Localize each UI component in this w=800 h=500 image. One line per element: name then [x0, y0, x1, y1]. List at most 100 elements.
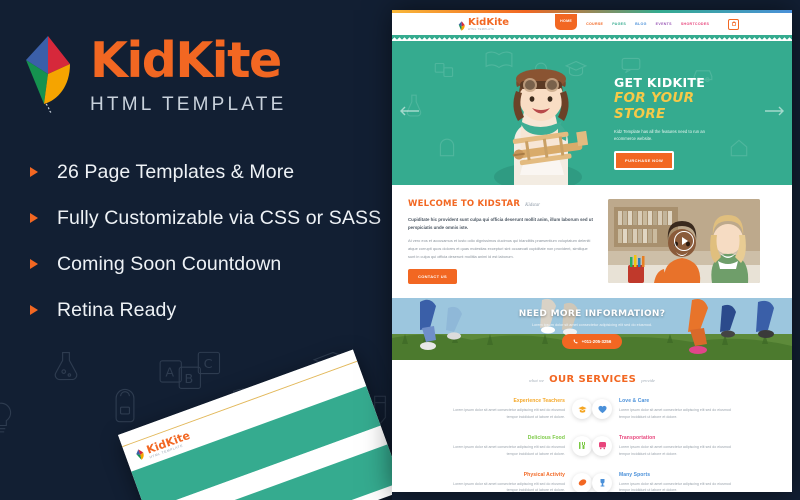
welcome-text-column: WELCOME TO KIDSTAR Kidstar Cupiditate hi…	[408, 199, 594, 285]
nav-item-blog[interactable]: BLOG	[635, 22, 647, 26]
service-item[interactable]: Experience Teachers Lorem ipsum dolor si…	[406, 398, 592, 421]
backpack-icon	[439, 138, 455, 157]
welcome-script: Kidstar	[525, 203, 541, 208]
bullet-arrow-icon	[30, 305, 38, 315]
service-desc: Lorem ipsum dolor sit amet consectetur a…	[619, 481, 731, 492]
bullet-arrow-icon	[30, 167, 38, 177]
hero-prev-arrow-icon[interactable]	[398, 104, 420, 122]
hero-title-line1: GET KIDKITE	[614, 75, 706, 90]
hero-paragraph: Kidz Template has all the features need …	[614, 129, 705, 142]
services-title: OUR SERVICES	[549, 374, 637, 386]
list-item: Retina Ready	[22, 290, 382, 330]
list-item: Fully Customizable via CSS or SASS	[22, 198, 382, 238]
service-item[interactable]: Transportation Lorem ipsum dolor sit ame…	[592, 435, 778, 458]
service-desc: Lorem ipsum dolor sit amet consectetur a…	[453, 481, 565, 492]
nav-item-events[interactable]: EVENTS	[656, 22, 672, 26]
promo-left-panel: A B C KidKite HTML TEMPLATE 26 Page Temp…	[0, 0, 392, 500]
bus-icon	[592, 435, 612, 456]
chat-icon	[621, 57, 641, 74]
welcome-body: At vero eos et accusamus et iusto odio d…	[408, 238, 591, 259]
hero-next-arrow-icon[interactable]	[764, 104, 786, 122]
cta-content: NEED MORE INFORMATION? Lorem ipsum dolor…	[518, 309, 666, 350]
play-icon[interactable]	[674, 231, 694, 251]
service-desc: Lorem ipsum dolor sit amet consectetur a…	[453, 408, 565, 420]
backpack-icon	[115, 388, 135, 423]
cta-paragraph: Lorem ipsum dolor sit amet consectetur a…	[531, 323, 653, 328]
service-desc: Lorem ipsum dolor sit amet consectetur a…	[619, 408, 731, 420]
ball-icon	[572, 472, 592, 492]
brand-logo: KidKite HTML TEMPLATE	[22, 34, 286, 116]
welcome-video-thumbnail[interactable]	[608, 199, 760, 283]
purchase-now-button[interactable]: PURCHASE NOW	[614, 151, 675, 171]
services-section: what we OUR SERVICES provide Experience …	[392, 360, 792, 492]
service-item[interactable]: Many Sports Lorem ipsum dolor sit amet c…	[592, 472, 778, 492]
svg-text:B: B	[185, 371, 194, 386]
svg-text:A: A	[165, 365, 174, 380]
abc-blocks-icon	[434, 62, 454, 78]
welcome-section: WELCOME TO KIDSTAR Kidstar Cupiditate hi…	[392, 185, 792, 299]
nav-item-home[interactable]: HOME	[555, 14, 578, 30]
services-row: Physical Activity Lorem ipsum dolor sit …	[406, 472, 778, 492]
bullet-arrow-icon	[30, 259, 38, 269]
welcome-title: WELCOME TO KIDSTAR	[408, 199, 521, 209]
abc-blocks-icon: A B C	[159, 351, 221, 389]
site-nav-links: HOME COURSE PAGES BLOG EVENTS SHORTCODES	[555, 14, 740, 30]
contact-us-button[interactable]: CONTACT US	[408, 269, 457, 285]
cart-icon[interactable]	[728, 18, 740, 30]
service-desc: Lorem ipsum dolor sit amet consectetur a…	[619, 444, 731, 456]
services-row: Delicious Food Lorem ipsum dolor sit ame…	[406, 435, 778, 458]
hero-copy: GET KIDKITE FOR YOUR STORE Kidz Template…	[614, 75, 744, 171]
lightbulb-icon	[0, 402, 12, 433]
website-preview: KidKite HTML TEMPLATE HOME COURSE PAGES …	[392, 10, 792, 492]
feature-label: Retina Ready	[57, 298, 177, 321]
list-item: Coming Soon Countdown	[22, 244, 382, 284]
feature-list: 26 Page Templates & More Fully Customiza…	[22, 152, 382, 336]
brand-subtitle: HTML TEMPLATE	[90, 94, 287, 115]
site-logo-sub: HTML TEMPLATE	[468, 27, 495, 31]
phone-button[interactable]: +011-205-3256	[561, 334, 623, 350]
phone-number: +011-205-3256	[581, 339, 612, 345]
hero-section: GET KIDKITE FOR YOUR STORE Kidz Template…	[392, 41, 792, 185]
services-script-left: what we	[528, 378, 545, 384]
service-name: Many Sports	[619, 471, 651, 478]
phone-icon	[573, 339, 578, 344]
welcome-lead: Cupiditate hic provident sunt culpa qui …	[408, 217, 593, 230]
feature-label: Coming Soon Countdown	[57, 252, 282, 275]
flask-icon	[54, 351, 78, 381]
services-heading: what we OUR SERVICES provide	[406, 374, 778, 385]
welcome-heading: WELCOME TO KIDSTAR Kidstar	[408, 199, 594, 209]
services-grid: Experience Teachers Lorem ipsum dolor si…	[406, 398, 778, 492]
service-name: Experience Teachers	[513, 398, 565, 405]
service-item[interactable]: Physical Activity Lorem ipsum dolor sit …	[406, 472, 592, 492]
service-item[interactable]: Delicious Food Lorem ipsum dolor sit ame…	[406, 435, 592, 458]
kite-logo-icon	[134, 447, 147, 462]
nav-item-pages[interactable]: PAGES	[612, 22, 626, 26]
nav-item-course[interactable]: COURSE	[586, 22, 603, 26]
site-logo[interactable]: KidKite HTML TEMPLATE	[458, 16, 510, 31]
service-item[interactable]: Love & Care Lorem ipsum dolor sit amet c…	[592, 398, 778, 421]
hero-photo-girl-with-plane	[494, 69, 589, 185]
trophy-icon	[592, 472, 612, 492]
list-item: 26 Page Templates & More	[22, 152, 382, 192]
nav-item-shortcodes[interactable]: SHORTCODES	[681, 22, 709, 26]
services-row: Experience Teachers Lorem ipsum dolor si…	[406, 398, 778, 421]
service-name: Love & Care	[619, 398, 650, 405]
bullet-arrow-icon	[30, 213, 38, 223]
kite-logo-icon	[458, 19, 466, 31]
site-navbar: KidKite HTML TEMPLATE HOME COURSE PAGES …	[392, 13, 792, 35]
services-script-right: provide	[641, 378, 656, 384]
brand-name: KidKite	[90, 32, 282, 89]
kite-logo-icon	[22, 34, 78, 114]
cta-title: NEED MORE INFORMATION?	[518, 309, 666, 320]
service-name: Physical Activity	[523, 471, 565, 478]
cta-banner: NEED MORE INFORMATION? Lorem ipsum dolor…	[392, 298, 792, 361]
site-logo-name: KidKite	[468, 16, 510, 28]
svg-text:C: C	[204, 356, 213, 371]
feature-label: Fully Customizable via CSS or SASS	[57, 206, 382, 229]
food-icon	[572, 435, 592, 456]
service-name: Delicious Food	[527, 434, 565, 441]
graduation-cap-icon	[572, 399, 592, 420]
hero-title-line2: FOR YOUR STORE	[614, 90, 695, 122]
feature-label: 26 Page Templates & More	[57, 160, 295, 183]
service-name: Transportation	[619, 434, 656, 441]
